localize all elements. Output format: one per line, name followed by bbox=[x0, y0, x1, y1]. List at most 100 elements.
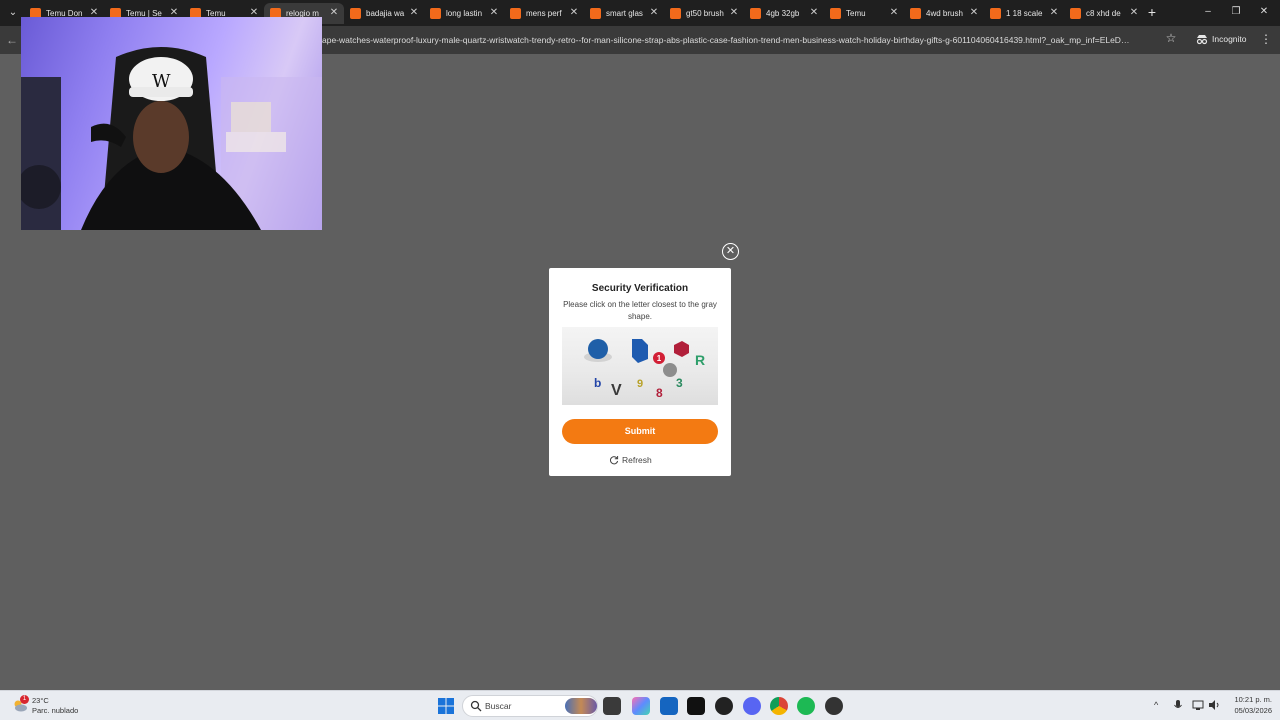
app-icon[interactable] bbox=[825, 697, 843, 715]
browser-tab[interactable]: 4gb 32gb ✕ bbox=[744, 3, 824, 24]
terminal-app-icon[interactable] bbox=[687, 697, 705, 715]
spotify-icon[interactable] bbox=[797, 697, 815, 715]
search-placeholder: Buscar bbox=[485, 701, 512, 711]
submit-button[interactable]: Submit bbox=[562, 419, 718, 444]
tray-overflow-chevron-icon[interactable]: ^ bbox=[1154, 699, 1164, 711]
clock-date[interactable]: 05/03/2026 bbox=[1228, 706, 1272, 715]
tab-title: 4wd brush bbox=[926, 9, 963, 18]
browser-tab[interactable]: gt50 brush ✕ bbox=[664, 3, 744, 24]
captcha-letter-R: R bbox=[695, 352, 705, 368]
tab-close-icon[interactable]: ✕ bbox=[328, 6, 340, 20]
address-bar[interactable]: ape-watches-waterproof-luxury-male-quart… bbox=[300, 30, 1180, 50]
notification-badge: 1 bbox=[20, 695, 29, 704]
svg-text:W: W bbox=[152, 71, 171, 92]
incognito-indicator[interactable]: Incognito bbox=[1195, 31, 1255, 47]
webcam-overlay: W bbox=[21, 17, 322, 230]
captcha-image[interactable]: 1 R 3 b V 9 8 bbox=[562, 327, 718, 405]
browser-tab[interactable]: long lastin ✕ bbox=[424, 3, 504, 24]
tab-close-icon[interactable]: ✕ bbox=[648, 6, 660, 20]
taskbar-search-input[interactable]: Buscar bbox=[462, 695, 598, 717]
captcha-letter-1: 1 bbox=[657, 354, 662, 363]
tab-title: badajia wa bbox=[366, 9, 405, 18]
modal-instruction: Please click on the letter closest to th… bbox=[563, 300, 717, 321]
back-arrow-icon[interactable]: ← bbox=[6, 32, 20, 48]
search-icon bbox=[470, 700, 482, 712]
refresh-link[interactable]: Refresh bbox=[609, 454, 679, 466]
tab-close-icon[interactable]: ✕ bbox=[968, 6, 980, 20]
copilot-icon[interactable] bbox=[632, 697, 650, 715]
tab-title: c8 xhd de bbox=[1086, 9, 1121, 18]
temu-favicon-icon bbox=[990, 8, 1001, 19]
captcha-letter-V: V bbox=[611, 382, 622, 399]
refresh-icon bbox=[609, 456, 619, 465]
modal-title: Security Verification bbox=[591, 283, 689, 294]
streamer-video-frame: W bbox=[21, 47, 322, 230]
tab-close-icon[interactable]: ✕ bbox=[1128, 6, 1140, 20]
browser-tab[interactable]: 1 18 scale ✕ bbox=[984, 3, 1064, 24]
url-text[interactable]: ape-watches-waterproof-luxury-male-quart… bbox=[322, 33, 1162, 47]
tab-close-icon[interactable]: ✕ bbox=[808, 6, 820, 20]
incognito-label: Incognito bbox=[1212, 34, 1247, 44]
clock-time[interactable]: 10:21 p. m. bbox=[1228, 695, 1272, 704]
chrome-icon[interactable] bbox=[770, 697, 788, 715]
tab-close-icon[interactable]: ✕ bbox=[1048, 6, 1060, 20]
captcha-letter-b: b bbox=[594, 376, 601, 390]
security-verification-modal: Security Verification Please click on th… bbox=[549, 268, 731, 476]
gray-sphere-shape bbox=[663, 363, 677, 377]
browser-tab[interactable]: c8 xhd de ✕ bbox=[1064, 3, 1144, 24]
browser-tab[interactable]: 4wd brush ✕ bbox=[904, 3, 984, 24]
red-cube-shape bbox=[674, 341, 689, 357]
tab-title: mens perf bbox=[526, 9, 562, 18]
temu-favicon-icon bbox=[510, 8, 521, 19]
tab-close-icon[interactable]: ✕ bbox=[728, 6, 740, 20]
tab-title: long lastin bbox=[446, 9, 483, 18]
close-window-button[interactable]: ✕ bbox=[1252, 3, 1276, 21]
tab-title: Temu bbox=[846, 9, 866, 18]
browser-tab[interactable]: smart glas ✕ bbox=[584, 3, 664, 24]
browser-tab[interactable]: mens perf ✕ bbox=[504, 3, 584, 24]
bookmark-star-icon[interactable]: ☆ bbox=[1164, 30, 1178, 46]
tab-close-icon[interactable]: ✕ bbox=[408, 6, 420, 20]
network-icon[interactable] bbox=[1192, 699, 1204, 711]
modal-close-button[interactable]: ✕ bbox=[722, 243, 739, 260]
incognito-icon bbox=[1196, 35, 1208, 45]
temu-favicon-icon bbox=[670, 8, 681, 19]
search-highlight-image bbox=[565, 698, 597, 714]
captcha-letter-8: 8 bbox=[656, 386, 663, 400]
windows-start-icon[interactable] bbox=[438, 698, 454, 714]
captcha-letter-3: 3 bbox=[676, 376, 683, 390]
tab-title: 4gb 32gb bbox=[766, 9, 800, 18]
tab-close-icon[interactable]: ✕ bbox=[888, 6, 900, 20]
refresh-label: Refresh bbox=[622, 455, 652, 465]
restore-button[interactable]: ❐ bbox=[1224, 3, 1248, 21]
volume-icon[interactable] bbox=[1208, 699, 1220, 711]
app-icon[interactable] bbox=[715, 697, 733, 715]
temu-favicon-icon bbox=[350, 8, 361, 19]
temu-favicon-icon bbox=[590, 8, 601, 19]
browser-tab[interactable]: Temu ✕ bbox=[824, 3, 904, 24]
tab-title: 1 18 scale bbox=[1006, 9, 1043, 18]
blue-sphere-shape bbox=[588, 339, 608, 359]
blue-cylinder-shape bbox=[632, 339, 648, 363]
captcha-scene: 1 R 3 b V 9 8 bbox=[584, 339, 705, 400]
task-view-icon[interactable] bbox=[603, 697, 621, 715]
windows-taskbar: 1 23°C Parc. nublado Buscar ^ 10:21 p. m… bbox=[0, 690, 1280, 720]
tab-title: smart glas bbox=[606, 9, 643, 18]
captcha-letter-9: 9 bbox=[637, 378, 643, 390]
minimize-button[interactable]: – bbox=[1196, 3, 1220, 21]
new-tab-button[interactable]: + bbox=[1145, 4, 1159, 20]
temu-favicon-icon bbox=[430, 8, 441, 19]
temu-favicon-icon bbox=[910, 8, 921, 19]
weather-temperature[interactable]: 23°C bbox=[32, 696, 49, 705]
microphone-icon[interactable] bbox=[1172, 699, 1184, 711]
discord-icon[interactable] bbox=[743, 697, 761, 715]
temu-favicon-icon bbox=[830, 8, 841, 19]
weather-description[interactable]: Parc. nublado bbox=[32, 706, 78, 715]
tab-search-menu-icon[interactable]: ⌄ bbox=[4, 4, 22, 22]
tab-close-icon[interactable]: ✕ bbox=[488, 6, 500, 20]
browser-tab[interactable]: badajia wa ✕ bbox=[344, 3, 424, 24]
temu-favicon-icon bbox=[750, 8, 761, 19]
store-icon[interactable] bbox=[660, 697, 678, 715]
browser-menu-icon[interactable]: ⋮ bbox=[1260, 31, 1272, 47]
tab-close-icon[interactable]: ✕ bbox=[568, 6, 580, 20]
